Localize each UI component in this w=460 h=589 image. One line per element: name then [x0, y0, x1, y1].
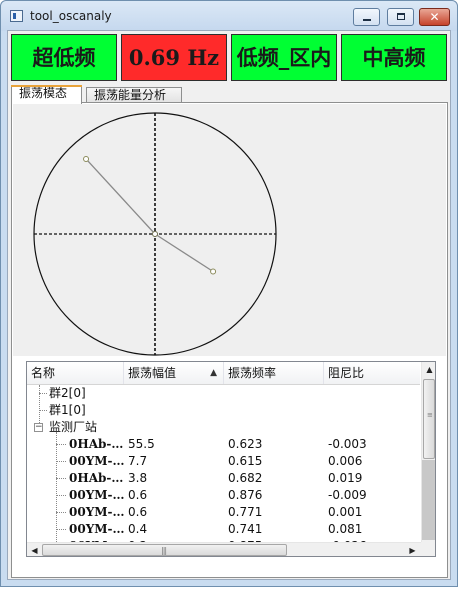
cell-frequency: 0.615	[228, 454, 263, 468]
vertical-scroll-track[interactable]	[422, 460, 435, 540]
status-button-frequency[interactable]: 0.69 Hz	[121, 34, 227, 81]
grip-icon: ≡	[427, 411, 433, 419]
status-button-mid-high[interactable]: 中高频	[341, 34, 447, 81]
table-row[interactable]: 0HAb-… 55.5 0.623 -0.003	[27, 436, 420, 453]
close-button[interactable]: ✕	[419, 8, 450, 26]
tab-panel-oscillation-mode: 名称 振荡幅值 ▲ 振荡频率 阻尼比 群2[0] 群1[0] − 监测厂站 0H…	[11, 102, 448, 578]
title-bar[interactable]: tool_oscanaly ✕	[1, 1, 457, 31]
cell-damping: 0.019	[328, 471, 363, 485]
cell-amplitude: 3.8	[128, 471, 148, 485]
station-table[interactable]: 名称 振荡幅值 ▲ 振荡频率 阻尼比 群2[0] 群1[0] − 监测厂站 0H…	[26, 361, 436, 557]
table-row[interactable]: 0HAb-… 3.8 0.682 0.019	[27, 470, 420, 487]
cell-damping: -0.009	[328, 488, 367, 502]
status-button-ultra-low[interactable]: 超低频	[11, 34, 117, 81]
tree-line	[56, 461, 66, 462]
sort-ascending-icon: ▲	[210, 368, 217, 378]
main-panel: 超低频 0.69 Hz 低频_区内 中高频 振荡模态 振荡能量分析 名称 振荡幅…	[7, 30, 451, 580]
tab-oscillation-mode[interactable]: 振荡模态	[11, 85, 82, 104]
table-row[interactable]: 00YM-… 7.7 0.615 0.006	[27, 453, 420, 470]
column-header-amplitude[interactable]: 振荡幅值 ▲	[124, 362, 224, 384]
cell-damping: 0.001	[328, 505, 363, 519]
tree-line	[56, 444, 66, 445]
status-button-low-inside[interactable]: 低频_区内	[231, 34, 337, 81]
table-row[interactable]: 00YM-… 0.6 0.771 0.001	[27, 504, 420, 521]
minimize-icon	[363, 19, 371, 21]
tree-line	[56, 478, 66, 479]
horizontal-scrollbar[interactable]: ◀ ||| ▶	[27, 542, 421, 556]
cell-frequency: 0.876	[228, 488, 263, 502]
cell-amplitude: 0.4	[128, 522, 148, 536]
tab-oscillation-energy[interactable]: 振荡能量分析	[86, 87, 182, 103]
cell-damping: 0.006	[328, 454, 363, 468]
group-label: 群2[0]	[49, 386, 86, 400]
mode-plot-area	[13, 104, 446, 356]
mode-vector-tip-2	[210, 268, 217, 275]
tree-line	[56, 495, 66, 496]
cell-name: 00YM-…	[69, 505, 125, 519]
tab-bar: 振荡模态 振荡能量分析	[11, 85, 451, 104]
cell-amplitude: 0.6	[128, 488, 148, 502]
cell-damping: -0.003	[328, 437, 367, 451]
cell-name: 00YM-…	[69, 488, 125, 502]
cell-name: 0HAb-…	[69, 437, 124, 451]
scroll-up-icon[interactable]: ▲	[422, 362, 435, 377]
column-header-amplitude-label: 振荡幅值	[128, 366, 177, 380]
mode-vector-1	[85, 158, 156, 235]
scroll-right-icon[interactable]: ▶	[405, 543, 420, 556]
column-header-name[interactable]: 名称	[27, 362, 124, 384]
mode-vector-tip-1	[83, 155, 90, 162]
cell-frequency: 0.682	[228, 471, 263, 485]
vertical-scrollbar[interactable]: ▲ ≡ ▼	[421, 362, 435, 556]
cell-amplitude: 55.5	[128, 437, 155, 451]
cell-name: 00YM-…	[69, 522, 125, 536]
origin-point	[152, 231, 158, 237]
cell-frequency: 0.771	[228, 505, 263, 519]
collapse-icon[interactable]: −	[34, 423, 43, 432]
table-row[interactable]: 00YM-… 0.4 0.741 0.081	[27, 521, 420, 538]
window-title: tool_oscanaly	[30, 9, 112, 23]
cell-frequency: 0.623	[228, 437, 263, 451]
cell-damping: 0.081	[328, 522, 363, 536]
tree-row-group-1[interactable]: 群1[0]	[27, 402, 420, 419]
cell-name: 00YM-…	[69, 454, 125, 468]
cell-name: 0HAb-…	[69, 471, 124, 485]
tree-line	[56, 512, 66, 513]
column-header-frequency[interactable]: 振荡频率	[224, 362, 324, 384]
tree-line	[56, 529, 66, 530]
cell-amplitude: 0.6	[128, 505, 148, 519]
table-row[interactable]: 00YM-… 0.6 0.876 -0.009	[27, 487, 420, 504]
minimize-button[interactable]	[353, 8, 380, 26]
scroll-left-icon[interactable]: ◀	[27, 543, 42, 556]
tree-row-station-group[interactable]: − 监测厂站	[27, 419, 420, 436]
app-window: tool_oscanaly ✕ 超低频 0.69 Hz 低频_区内 中高频 振荡…	[0, 0, 458, 587]
scroll-corner	[421, 542, 435, 556]
grip-icon: |||	[161, 546, 167, 555]
close-icon: ✕	[429, 10, 440, 24]
group-label: 监测厂站	[49, 420, 98, 434]
app-icon	[10, 10, 23, 22]
column-header-damping[interactable]: 阻尼比	[324, 362, 420, 384]
group-label: 群1[0]	[49, 403, 86, 417]
vertical-scroll-thumb[interactable]: ≡	[423, 379, 435, 459]
mode-vector-2	[154, 233, 214, 273]
table-header: 名称 振荡幅值 ▲ 振荡频率 阻尼比	[27, 362, 420, 385]
cell-frequency: 0.741	[228, 522, 263, 536]
maximize-button[interactable]	[387, 8, 414, 26]
mode-plot	[33, 112, 277, 356]
maximize-icon	[397, 13, 405, 20]
tree-row-group-2[interactable]: 群2[0]	[27, 385, 420, 402]
cell-amplitude: 7.7	[128, 454, 148, 468]
horizontal-scroll-thumb[interactable]: |||	[42, 544, 287, 556]
